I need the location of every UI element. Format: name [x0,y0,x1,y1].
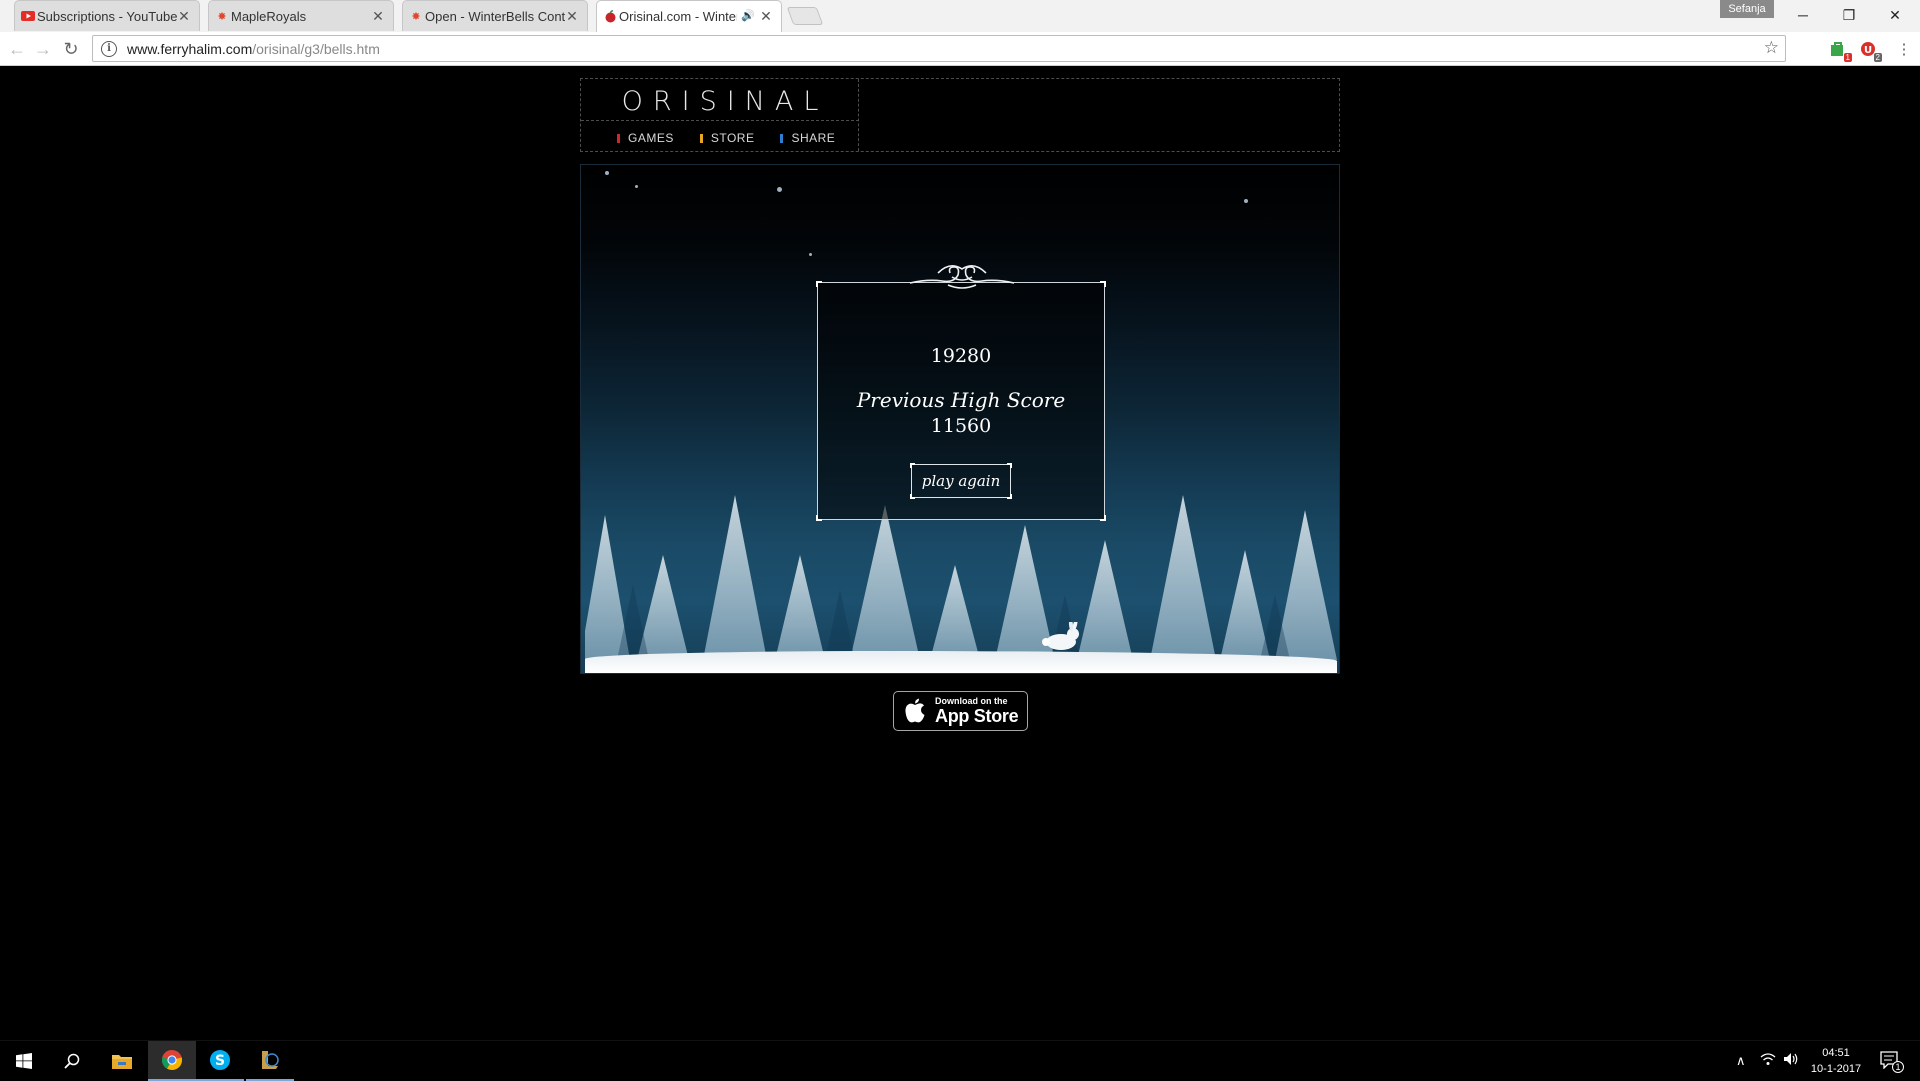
nav-games-link[interactable]: GAMES [617,131,674,145]
corner-bracket [1100,515,1106,521]
header-left: ORISINAL GAMES STORE SHARE [581,79,859,151]
corner-bracket [910,494,915,499]
app-store-badge[interactable]: Download on the App Store [893,691,1028,731]
league-of-legends-icon[interactable] [246,1041,294,1081]
adblock-icon[interactable]: U 2 [1858,39,1882,62]
tab-title: Subscriptions - YouTube [37,8,177,24]
volume-icon[interactable] [1783,1052,1799,1071]
url-path: /orisinal/g3/bells.htm [252,40,380,57]
address-bar[interactable]: i www.ferryhalim.com/orisinal/g3/bells.h… [92,35,1786,62]
reload-icon[interactable]: ↻ [60,38,82,60]
tab-mapleroyals[interactable]: ✸ MapleRoyals ✕ [208,0,394,31]
svg-text:S: S [215,1053,225,1069]
speaker-icon[interactable]: 🔊 [741,9,755,22]
skype-icon[interactable]: S [196,1041,244,1081]
snowflake [1244,199,1248,203]
windows-taskbar: S ∧ 04:51 10-1-2017 1 [0,1040,1920,1081]
snowflake [777,187,782,192]
url-text: www.ferryhalim.com/orisinal/g3/bells.htm [127,41,380,57]
snowflake [809,253,812,256]
url-host: www.ferryhalim.com [127,40,253,57]
app-store-small-text: Download on the [935,696,1008,706]
close-icon[interactable]: ✕ [759,8,773,24]
profile-button[interactable]: Sefanja [1720,0,1774,18]
snowflake [635,185,638,188]
close-icon[interactable]: ✕ [177,8,191,24]
nav-label: STORE [710,131,755,145]
score-panel: 19280 Previous High Score 11560 play aga… [816,265,1106,521]
corner-bracket [1100,281,1106,287]
divider [581,120,859,121]
site-header: ORISINAL GAMES STORE SHARE [580,78,1340,152]
play-again-button[interactable]: play again [910,463,1012,499]
high-score-value: 11560 [930,415,992,437]
close-icon[interactable]: ✕ [565,8,579,24]
tab-youtube-subscriptions[interactable]: Subscriptions - YouTube ✕ [14,0,200,31]
corner-bracket [1007,463,1012,468]
chrome-icon[interactable] [148,1041,196,1081]
wifi-icon[interactable] [1760,1052,1776,1071]
forward-arrow-icon[interactable]: → [32,38,54,60]
action-center-icon[interactable]: 1 [1880,1051,1904,1073]
tab-orisinal-winterbells[interactable]: Orisinal.com - Winter 🔊 ✕ [596,0,782,32]
extension-badge: 2 [1873,53,1882,62]
extension-icon[interactable]: 1 [1828,39,1852,62]
apple-logo-icon [905,698,925,723]
corner-bracket [1007,494,1012,499]
maple-leaf-icon: ✸ [217,10,227,23]
nav-marker [699,133,703,143]
chevron-up-icon[interactable]: ∧ [1736,1053,1746,1069]
browser-toolbar: ← → ↻ i www.ferryhalim.com/orisinal/g3/b… [0,32,1920,66]
clock-time: 04:51 [1822,1047,1850,1059]
site-nav: GAMES STORE SHARE [617,131,835,145]
search-icon[interactable] [48,1041,96,1081]
snowflake [605,171,609,175]
new-tab-button[interactable] [786,7,824,25]
browser-tab-strip: Subscriptions - YouTube ✕ ✸ MapleRoyals … [0,0,1920,32]
close-icon[interactable]: ✕ [371,8,385,24]
clock-date: 10-1-2017 [1810,1063,1862,1075]
nav-label: GAMES [628,131,674,145]
menu-kebab-icon[interactable]: ⋮ [1894,39,1914,59]
tab-winterbells-open[interactable]: ✸ Open - WinterBells Cont ✕ [402,0,588,31]
flourish-ornament-icon [909,265,1015,289]
nav-share-link[interactable]: SHARE [780,131,835,145]
play-again-label: play again [921,472,1001,490]
orisinal-apple-icon [603,9,617,23]
tab-title: Open - WinterBells Cont [425,8,565,24]
game-canvas[interactable]: 19280 Previous High Score 11560 play aga… [580,164,1340,674]
nav-store-link[interactable]: STORE [699,131,755,145]
nav-marker [780,133,784,143]
current-score: 19280 [930,345,992,367]
page-content: ORISINAL GAMES STORE SHARE 19280 Previou… [0,66,1920,1040]
corner-bracket [816,515,822,521]
svg-text:U: U [1864,45,1872,56]
high-score-label: Previous High Score [856,388,1066,412]
extension-badge: 1 [1843,53,1852,62]
maple-leaf-icon: ✸ [411,10,421,23]
nav-marker [617,133,620,143]
youtube-icon [21,9,35,23]
windows-start-icon[interactable] [0,1041,48,1081]
info-icon[interactable]: i [101,40,117,57]
corner-bracket [816,281,822,287]
minimize-icon[interactable]: ─ [1780,0,1826,30]
tab-title: Orisinal.com - Winter [619,9,737,24]
bookmark-star-icon[interactable]: ☆ [1764,38,1779,58]
snow-ground [585,651,1337,673]
app-store-text: Download on the App Store [935,696,1019,726]
file-explorer-icon[interactable] [98,1041,146,1081]
site-logo[interactable]: ORISINAL [581,86,859,117]
window-close-icon[interactable]: ✕ [1872,0,1918,30]
nav-label: SHARE [791,131,836,145]
restore-icon[interactable]: ❐ [1826,0,1872,30]
corner-bracket [910,463,915,468]
bunny-icon [1042,622,1079,650]
notification-badge: 1 [1892,1061,1904,1073]
tab-title: MapleRoyals [231,8,307,24]
app-store-big-text: App Store [935,706,1019,726]
snowy-forest [585,495,1337,660]
back-arrow-icon[interactable]: ← [6,38,28,60]
system-clock[interactable]: 04:51 10-1-2017 [1806,1045,1866,1077]
